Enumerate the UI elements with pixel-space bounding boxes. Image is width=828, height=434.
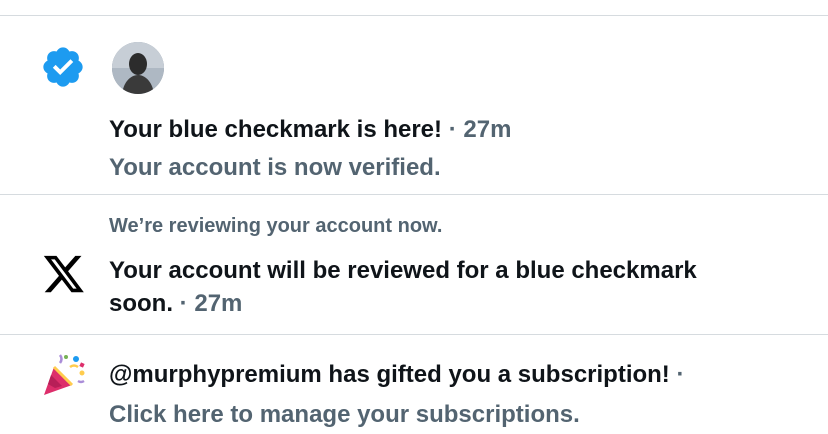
separator-dot: · — [676, 361, 685, 388]
notification-verified[interactable]: Your blue checkmark is here! · 27m Your … — [0, 16, 828, 194]
notification-title-line-1: Your account will be reviewed for a blue… — [109, 257, 697, 284]
timestamp: 27m — [463, 116, 512, 143]
manage-subscriptions-link[interactable]: Click here to manage your subscriptions. — [109, 399, 580, 431]
notification-title-text: Your blue checkmark is here! — [109, 116, 443, 143]
user-avatar[interactable] — [112, 42, 164, 94]
party-popper-icon — [40, 351, 88, 404]
notification-body: Your account is now verified. — [109, 154, 441, 181]
notification-review[interactable]: We’re reviewing your account now. Your a… — [0, 195, 828, 334]
notification-title-line-2: soon. · 27m — [109, 288, 242, 320]
notification-preface: We’re reviewing your account now. — [109, 215, 443, 237]
notification-title-text: soon. — [109, 290, 173, 317]
separator-dot: · — [448, 116, 457, 143]
notification-title: @murphypremium has gifted you a subscrip… — [109, 359, 684, 391]
notification-gift[interactable]: @murphypremium has gifted you a subscrip… — [0, 335, 828, 434]
timestamp: 27m — [194, 290, 243, 317]
verified-badge-icon — [40, 44, 86, 95]
notification-title: Your blue checkmark is here! · 27m — [109, 114, 511, 146]
notification-title-text: @murphypremium has gifted you a subscrip… — [109, 361, 670, 388]
x-logo-icon — [42, 255, 86, 300]
separator-dot: · — [179, 290, 188, 317]
